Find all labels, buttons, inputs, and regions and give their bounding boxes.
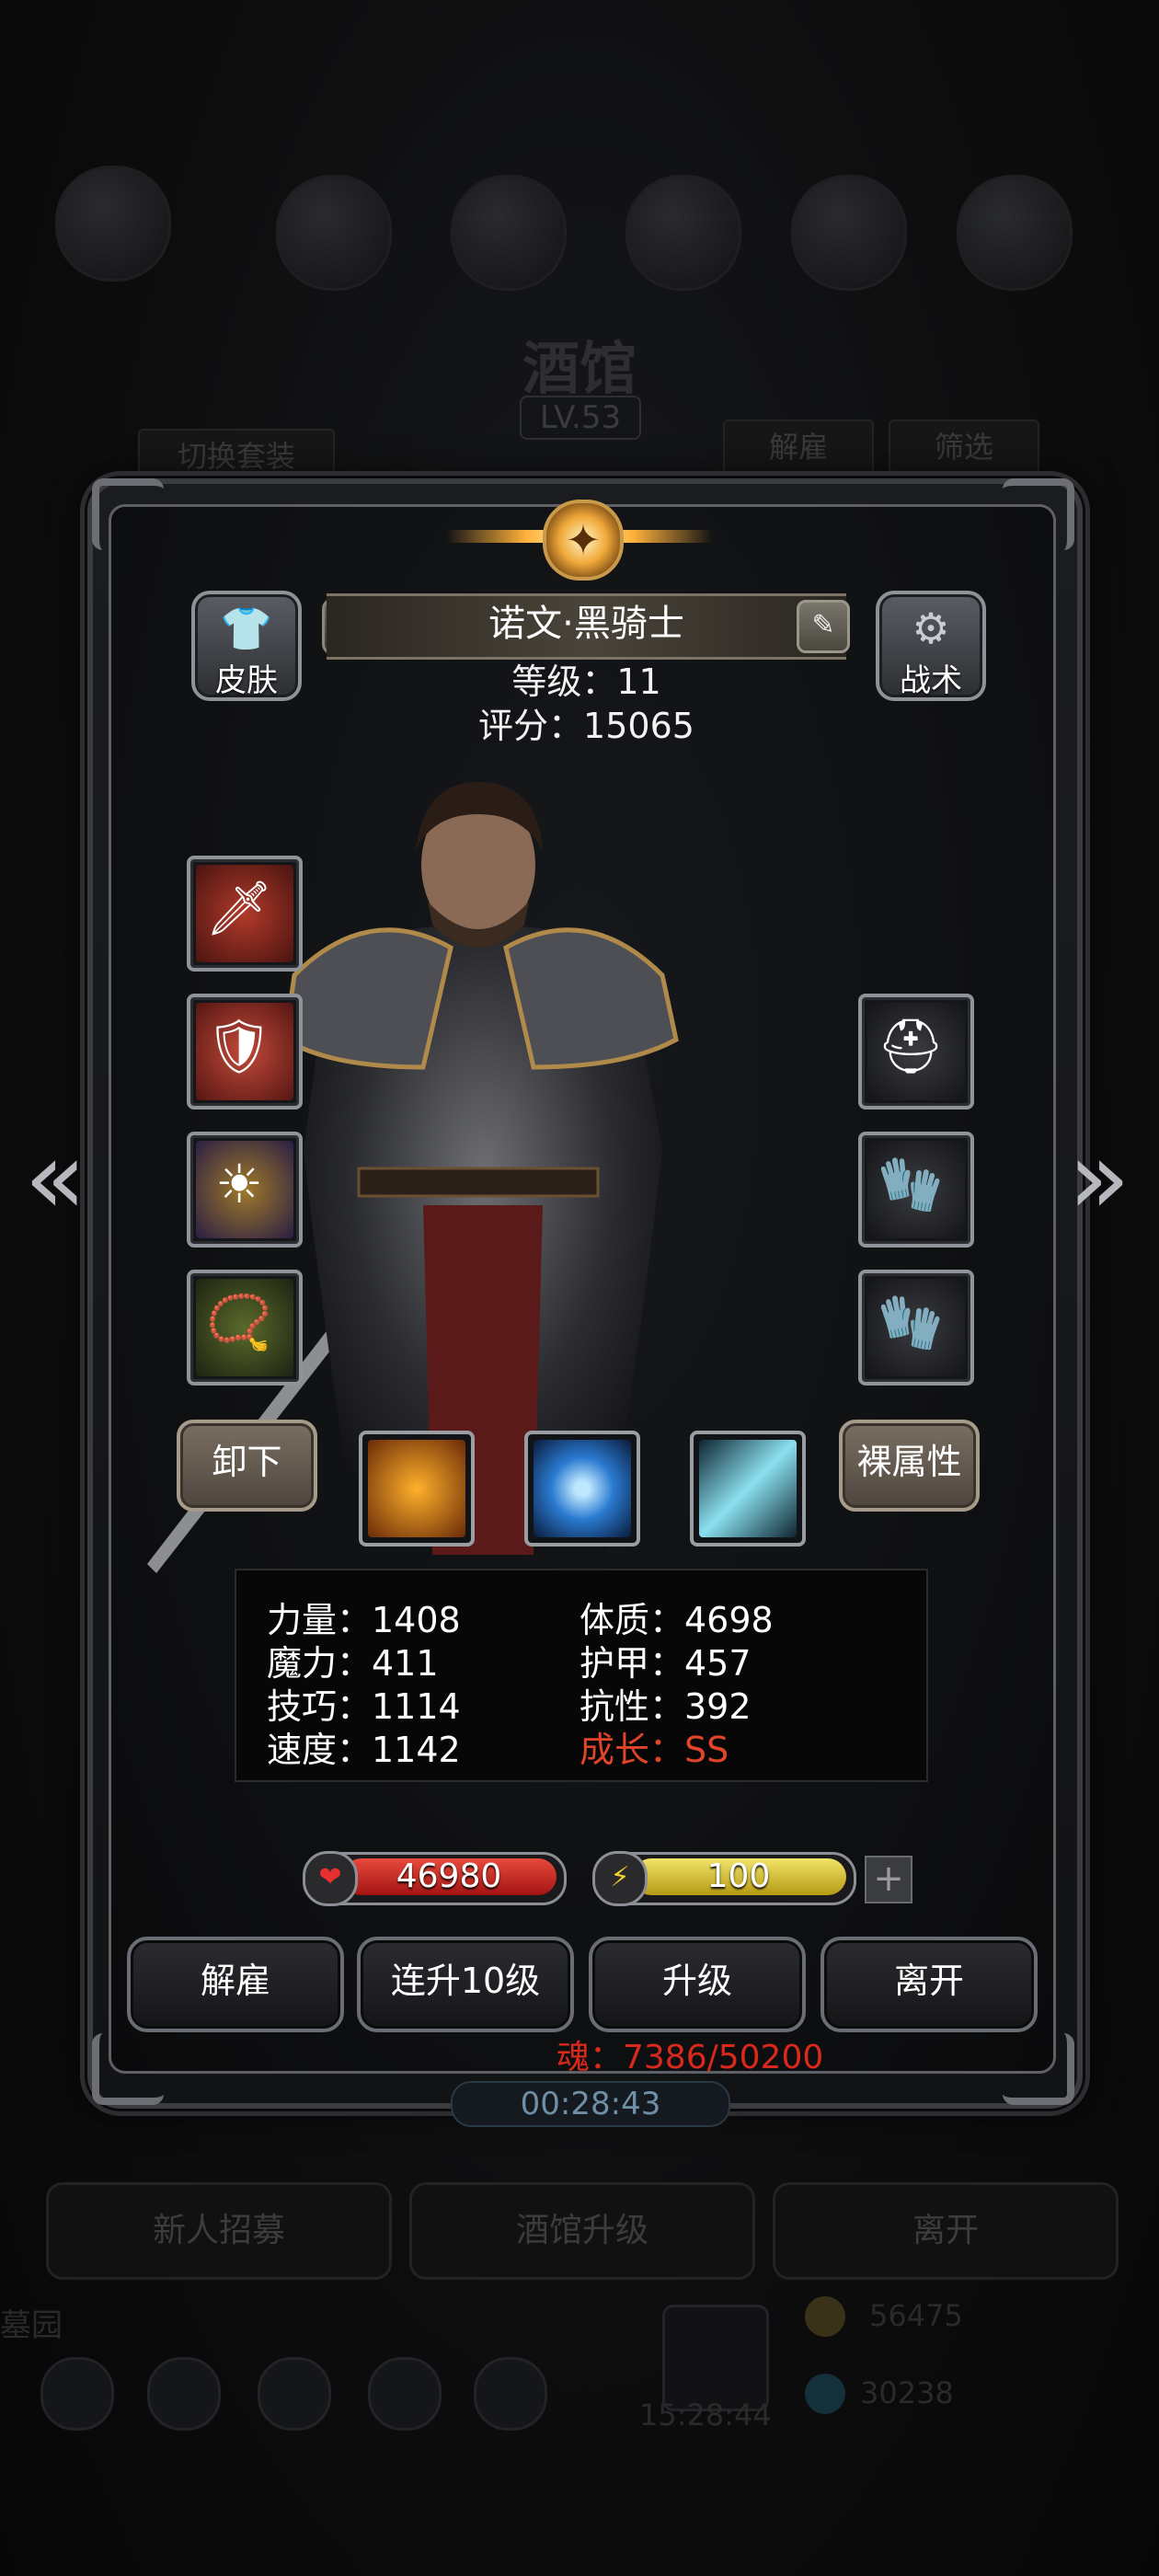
hero-name: 诺文·黑骑士 (488, 603, 684, 645)
equip-slot-armor[interactable]: 🛡 (187, 994, 303, 1110)
bg-gem-value: 30238 (860, 2375, 954, 2410)
bg-dismiss-button: 解雇 (723, 420, 874, 475)
bg-menu-icon (451, 175, 567, 291)
skill-slot-shield[interactable] (359, 1431, 475, 1547)
bg-leave-button: 离开 (773, 2182, 1119, 2280)
dismiss-button[interactable]: 解雇 (127, 1937, 344, 2032)
bg-avatar-icon (55, 166, 171, 282)
equip-slot-necklace[interactable]: 📿 (187, 1270, 303, 1386)
amulet-icon: ☀ (215, 1153, 263, 1215)
equip-slot-glove[interactable]: 🧤 (858, 1270, 974, 1386)
soul-counter: 魂：7386/50200 (557, 2039, 824, 2076)
gear-icon: ⚙ (912, 604, 950, 653)
bg-nav-icon (368, 2357, 442, 2431)
frame-corner (92, 2033, 164, 2105)
hp-bar: ❤ 46980 (303, 1851, 567, 1906)
equip-slot-glove[interactable]: 🧤 (858, 1132, 974, 1248)
bg-recruit-button: 新人招募 (46, 2182, 392, 2280)
helmet-icon: ⛑ (877, 1015, 945, 1077)
edit-name-icon[interactable]: ✎ (797, 600, 850, 653)
bg-menu-icon (957, 175, 1073, 291)
glove-icon: 🧤 (877, 1291, 945, 1353)
equip-slot-amulet[interactable]: ☀ (187, 1132, 303, 1248)
bg-tavern-upgrade-button: 酒馆升级 (409, 2182, 755, 2280)
bg-clock: 15:28:44 (639, 2398, 772, 2432)
bg-nav-icon (474, 2357, 547, 2431)
tactics-label: 战术 (900, 662, 962, 699)
hp-value: 46980 (396, 1857, 502, 1895)
eye-skill-icon (534, 1440, 631, 1537)
previous-hero-arrow[interactable]: « (14, 1122, 97, 1233)
necklace-icon: 📿 (205, 1291, 273, 1353)
bg-gift-icon (662, 2305, 769, 2411)
bg-nav-icon (147, 2357, 221, 2431)
chest-armor-icon: 🛡 (205, 1015, 273, 1077)
next-hero-arrow[interactable]: » (1058, 1122, 1141, 1233)
bg-tavern-level: LV.53 (520, 396, 641, 440)
slash-skill-icon (699, 1440, 797, 1537)
equip-slot-helmet[interactable]: ⛑ (858, 994, 974, 1110)
bg-menu-icon (791, 175, 907, 291)
bg-menu-icon (276, 175, 392, 291)
leave-button[interactable]: 离开 (820, 1937, 1038, 2032)
skill-slot-slash[interactable] (690, 1431, 806, 1547)
skin-label: 皮肤 (215, 662, 278, 699)
base-attributes-button[interactable]: 裸属性 (839, 1420, 980, 1512)
tactics-button[interactable]: ⚙ 战术 (876, 591, 986, 701)
sword-icon: 🗡 (205, 877, 273, 939)
star-icon: ✦ (565, 515, 602, 565)
bg-nav-icon (258, 2357, 331, 2431)
hero-score: 评分：15065 (478, 706, 694, 746)
bg-gem-icon (805, 2374, 845, 2414)
bg-menu-icon (625, 175, 741, 291)
frame-corner (1003, 478, 1074, 550)
bg-filter-button: 筛选 (889, 420, 1039, 475)
bg-switch-outfit-button: 切换套装 (138, 429, 335, 484)
frame-corner (92, 478, 164, 550)
rank-emblem: ✦ (446, 486, 713, 587)
timer: 00:28:43 (451, 2081, 730, 2127)
glove-icon: 🧤 (877, 1153, 945, 1215)
bg-side-text: 墓园 (0, 2307, 63, 2344)
bg-nav-icon (40, 2357, 114, 2431)
stat-speed: 速度：1142 (267, 1730, 461, 1770)
unequip-button[interactable]: 卸下 (177, 1420, 317, 1512)
bg-gold-icon (805, 2296, 845, 2337)
upgrade-10-button[interactable]: 连升10级 (357, 1937, 574, 2032)
bg-gold-value: 56475 (869, 2298, 963, 2333)
skin-button[interactable]: 👕 皮肤 (191, 591, 302, 701)
background-top-icons (55, 166, 1104, 313)
energy-value: 100 (706, 1857, 771, 1895)
add-energy-button[interactable]: + (865, 1856, 912, 1903)
frame-corner (1003, 2033, 1074, 2105)
stat-growth: 成长：SS (580, 1730, 729, 1770)
skill-slot-eye[interactable] (524, 1431, 640, 1547)
equip-slot-weapon[interactable]: 🗡 (187, 856, 303, 972)
hero-level: 等级：11 (511, 661, 661, 702)
shirt-icon: 👕 (220, 604, 273, 653)
bg-tavern-title: 酒馆 (522, 335, 637, 402)
energy-bar: ⚡ 100 (592, 1851, 856, 1906)
shield-skill-icon (368, 1440, 465, 1537)
upgrade-button[interactable]: 升级 (589, 1937, 806, 2032)
